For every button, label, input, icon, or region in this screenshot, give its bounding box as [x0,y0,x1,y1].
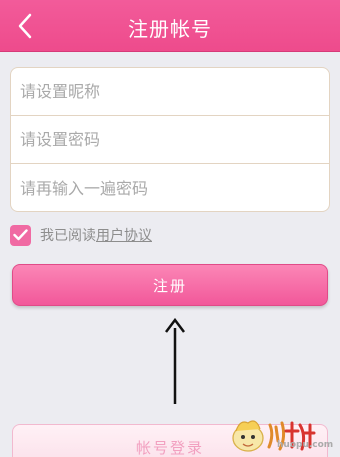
register-form [10,67,330,212]
header-bar: 注册帐号 [0,0,340,52]
nickname-field-row [11,68,329,116]
user-agreement-link[interactable]: 用户协议 [96,225,152,245]
huopu-logo-icon [232,420,316,452]
checkmark-icon [13,229,28,241]
watermark-url: huopu.com [277,440,334,450]
confirm-password-input[interactable] [20,178,329,198]
up-arrow-annotation [165,318,185,404]
agreement-checkbox[interactable] [10,224,31,246]
confirm-password-field-row [11,164,329,211]
password-field-row [11,116,329,164]
page-title: 注册帐号 [128,17,212,41]
register-button[interactable]: 注册 [12,264,328,306]
agreement-row: 我已阅读 用户协议 [10,224,152,246]
password-input[interactable] [20,130,329,149]
agreement-label: 我已阅读 [40,228,96,244]
nickname-input[interactable] [20,82,329,101]
